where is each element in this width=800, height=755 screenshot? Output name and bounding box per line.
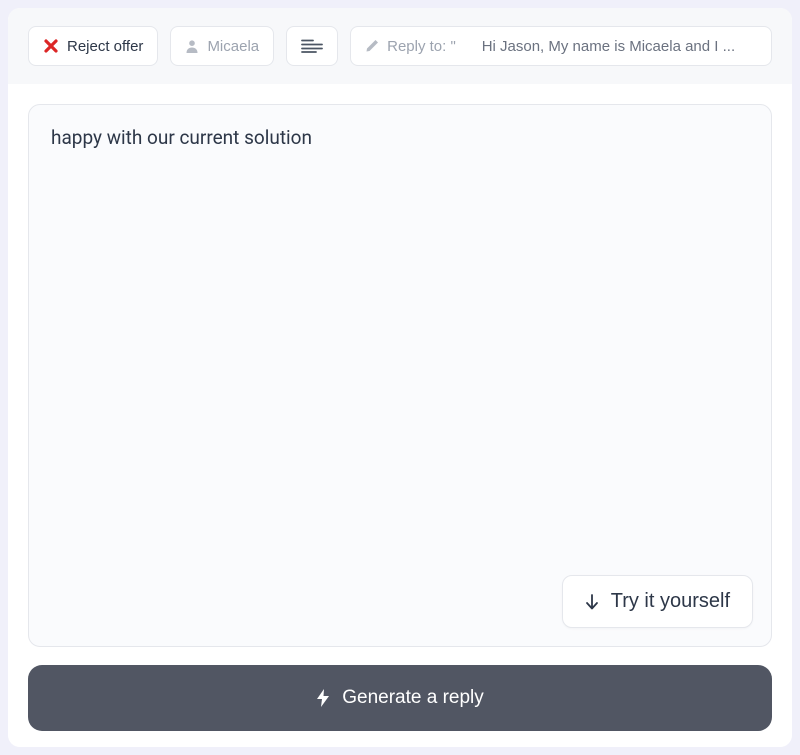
reply-quoted-text: Hi Jason, My name is Micaela and I ... xyxy=(460,38,757,55)
bolt-icon xyxy=(316,689,330,707)
persona-button[interactable]: Micaela xyxy=(170,26,274,66)
person-icon xyxy=(185,39,199,53)
align-button[interactable] xyxy=(286,26,338,66)
reply-prefix: Reply to: " xyxy=(387,38,456,55)
generate-reply-label: Generate a reply xyxy=(342,687,484,709)
main-area: happy with our current solution Try it y… xyxy=(8,84,792,747)
x-icon xyxy=(43,38,59,54)
app-container: Reject offer Micaela Reply to: " xyxy=(8,8,792,747)
reject-offer-label: Reject offer xyxy=(67,38,143,55)
reject-offer-button[interactable]: Reject offer xyxy=(28,26,158,66)
align-left-icon xyxy=(301,39,323,53)
reply-to-button[interactable]: Reply to: " Hi Jason, My name is Micaela… xyxy=(350,26,772,66)
arrow-down-icon xyxy=(585,594,599,610)
try-it-label: Try it yourself xyxy=(611,590,730,613)
pencil-icon xyxy=(365,39,379,53)
reply-text-wrapper: Reply to: " Hi Jason, My name is Micaela… xyxy=(387,38,757,55)
generate-reply-button[interactable]: Generate a reply xyxy=(28,665,772,731)
persona-label: Micaela xyxy=(207,38,259,55)
try-it-yourself-button[interactable]: Try it yourself xyxy=(562,575,753,628)
toolbar: Reject offer Micaela Reply to: " xyxy=(8,8,792,84)
textarea-wrapper[interactable]: happy with our current solution Try it y… xyxy=(28,104,772,647)
textarea-content: happy with our current solution xyxy=(51,125,749,152)
